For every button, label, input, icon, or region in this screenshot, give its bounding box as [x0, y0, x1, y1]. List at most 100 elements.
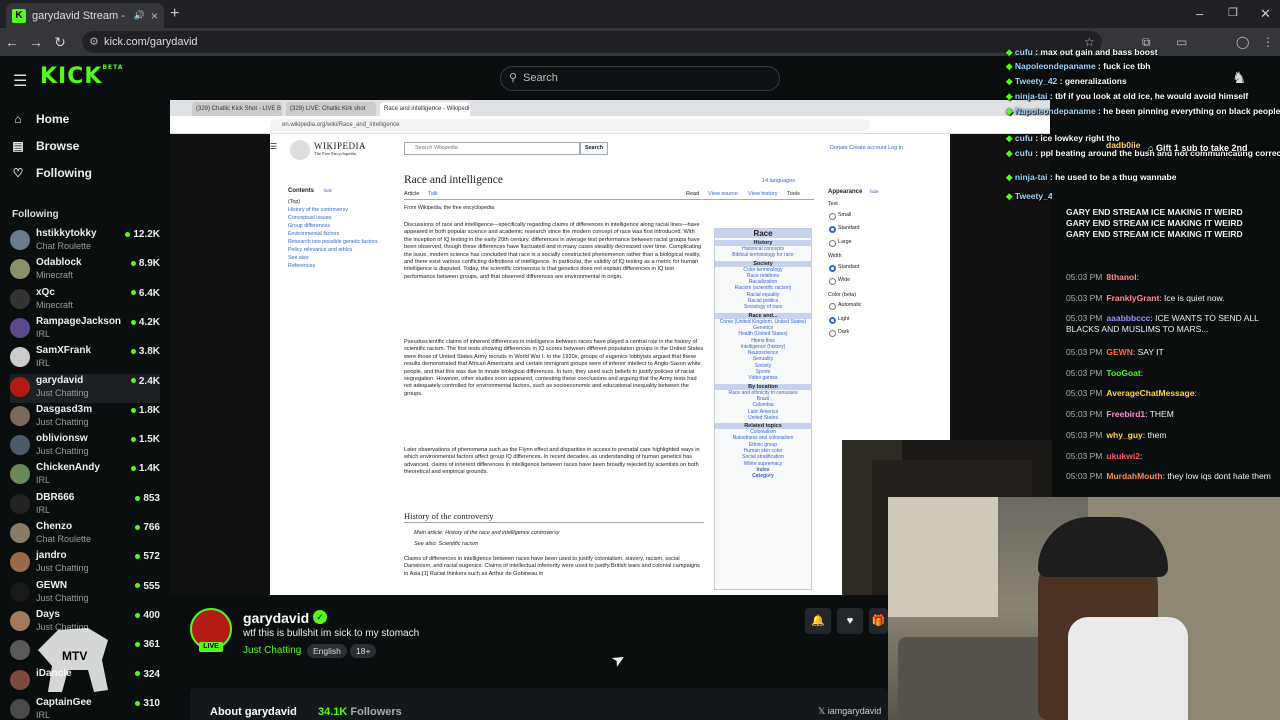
followed-channel[interactable]: oblivionsw Just Chatting 1.5K [10, 432, 160, 461]
cast-icon[interactable]: ▭ [1176, 35, 1187, 49]
chat-username[interactable]: FranklyGrant [1106, 293, 1159, 303]
channel-avatar-icon [10, 610, 30, 631]
wiki-logo-sub: The Free Encyclopedia [314, 151, 356, 156]
tag-language[interactable]: English [307, 644, 347, 658]
chat-username[interactable]: aaabbbccc [1106, 313, 1150, 323]
followed-channel[interactable]: CaptainGee IRL 310 [10, 696, 160, 720]
chat-username[interactable]: AverageChatMessage [1106, 388, 1194, 398]
chat-username[interactable]: Freebird1 [1106, 409, 1145, 419]
followed-channel[interactable]: DBR666 IRL 853 [10, 491, 160, 520]
shared-browser-tabs: (329) Chatlic Kick Shot - LIVE B (329) L… [170, 100, 1050, 126]
overlay-message: he been pinning everything on black peop… [1103, 106, 1280, 116]
reload-icon[interactable]: ↻ [48, 34, 72, 51]
wiki-languages: 14 languages [762, 178, 796, 184]
watermark-text: MTV [62, 649, 87, 663]
badge-icon: ◆ [1006, 133, 1015, 143]
followed-channel[interactable]: Odablock Minecraft 8.9K [10, 256, 160, 285]
viewer-count: 4.2K [130, 317, 160, 328]
site-info-icon[interactable]: ⚙ [89, 31, 99, 53]
tag-mature[interactable]: 18+ [350, 644, 377, 658]
about-label: About garydavid [210, 706, 297, 718]
followed-channel[interactable]: SamXFrank IRL 3.8K [10, 344, 160, 373]
chat-username[interactable]: TooGoat [1106, 368, 1140, 378]
followed-channel[interactable]: RampageJackson IRL 4.2K [10, 315, 160, 344]
followed-channel[interactable]: Dasgasd3m Just Chatting 1.8K [10, 403, 160, 432]
overlay-chat-message: ◆ ninja-tai : tbf if you look at old ice… [1006, 91, 1249, 101]
viewer-count: 1.4K [130, 463, 160, 474]
chat-text: THEM [1149, 409, 1174, 419]
notification-bell-icon[interactable]: 🔔 [805, 608, 831, 634]
chat-username[interactable]: GEWN [1106, 347, 1132, 357]
close-tab-icon[interactable]: × [151, 9, 158, 23]
restore-icon[interactable]: ❐ [1228, 6, 1238, 19]
chat-timestamp: 05:03 PM [1066, 347, 1103, 357]
channel-category: Just Chatting [36, 416, 89, 427]
channel-name[interactable]: garydavid [243, 610, 309, 626]
channel-avatar-icon [10, 376, 30, 397]
followed-channel[interactable]: jandro Just Chatting 572 [10, 549, 160, 578]
chat-timestamp: 05:03 PM [1066, 368, 1103, 378]
follow-heart-icon[interactable]: ♥ [837, 608, 863, 634]
channel-name: xQc [36, 286, 55, 298]
live-badge: LIVE [199, 642, 223, 652]
appearance-radio: Dark [828, 326, 928, 340]
hamburger-menu-icon[interactable]: ☰ [13, 71, 27, 91]
appearance-radio-selected: Light [828, 313, 928, 327]
chat-username[interactable]: why_guy [1106, 430, 1142, 440]
menu-dots-icon[interactable]: ⋮ [1262, 35, 1274, 49]
url-field[interactable]: ⚙ kick.com/garydavid [82, 31, 1102, 53]
new-tab-icon[interactable]: + [170, 5, 179, 23]
channel-name: hstikkytokky [36, 228, 97, 239]
channel-category: Just Chatting [36, 563, 89, 574]
browser-tab[interactable]: K garydavid Stream - Watch L 🔊 × [6, 3, 164, 28]
forward-icon[interactable]: → [24, 34, 48, 50]
search-input[interactable]: ⚲ Search [500, 66, 780, 91]
channel-name: DBR666 [36, 491, 75, 503]
viewer-count: 766 [135, 522, 160, 533]
channel-avatar-icon [10, 405, 30, 426]
user-avatar-icon[interactable]: ♞ [1232, 68, 1246, 88]
followed-channel[interactable]: ChickenAndy IRL 1.4K [10, 461, 160, 490]
stream-category[interactable]: Just Chatting [243, 645, 301, 656]
overlay-message: he used to be a thug wannabe [1055, 172, 1177, 182]
toc-item: (Top) [288, 199, 301, 205]
chat-text: them [1147, 430, 1167, 440]
followed-channel[interactable]: hstikkytokky Chat Roulette 12.2K [10, 227, 160, 256]
social-link[interactable]: 𝕏 iamgarydavid [818, 706, 881, 717]
appearance-hide: hide [870, 189, 879, 194]
followed-channel[interactable]: garydavid Just Chatting 2.4K [10, 373, 160, 403]
gift-icon[interactable]: 🎁 [869, 608, 888, 634]
toc-list: (Top) History of the controversy Conceptua… [288, 198, 384, 270]
viewer-count: 3.8K [130, 346, 160, 357]
back-icon[interactable]: ← [0, 34, 24, 50]
minimize-icon[interactable]: – [1196, 6, 1203, 21]
nav-browse[interactable]: ▤ Browse [12, 139, 79, 153]
mtv-watermark-logo: MTV [28, 620, 118, 698]
kick-logo[interactable]: KICKBETA [40, 64, 123, 89]
profile-icon[interactable]: ◯ [1236, 35, 1249, 49]
chat-username[interactable]: ukukwi2 [1106, 451, 1140, 461]
wiki-tab-view-source: View source [708, 191, 738, 197]
followed-channel[interactable]: xQc Minecraft 6.4K [10, 286, 160, 315]
channel-category: IRL [36, 328, 51, 339]
wiki-main-article: Main article: History of the race and in… [414, 530, 560, 536]
nav-home[interactable]: ⌂ Home [12, 112, 69, 126]
appearance-heading: Appearance [828, 189, 863, 195]
streamer-webcam [888, 497, 1280, 720]
nav-following[interactable]: ♡ Following [12, 166, 92, 180]
channel-name: SamXFrank [36, 345, 92, 357]
wiki-infobox: Race History Historical concepts Biblical … [714, 228, 812, 590]
viewer-count-value: 1.5K [138, 434, 160, 446]
chat-username[interactable]: MurdahMouth [1106, 471, 1162, 481]
close-window-icon[interactable]: ✕ [1260, 6, 1271, 22]
shared-tab: (329) LIVE: Chatlic Kirk shot and [286, 102, 376, 126]
speaker-icon[interactable]: 🔊 [134, 10, 145, 21]
appearance-radio-selected: Standard [828, 261, 928, 275]
live-dot-icon [135, 612, 141, 618]
chat-username[interactable]: 8thanol [1106, 272, 1136, 282]
channel-category: IRL [36, 709, 51, 720]
followed-channel[interactable]: GEWN Just Chatting 555 [10, 579, 160, 608]
appearance-radio: Wide [828, 274, 928, 288]
live-dot-icon [130, 436, 136, 442]
followed-channel[interactable]: Chenzo Chat Roulette 766 [10, 520, 160, 549]
